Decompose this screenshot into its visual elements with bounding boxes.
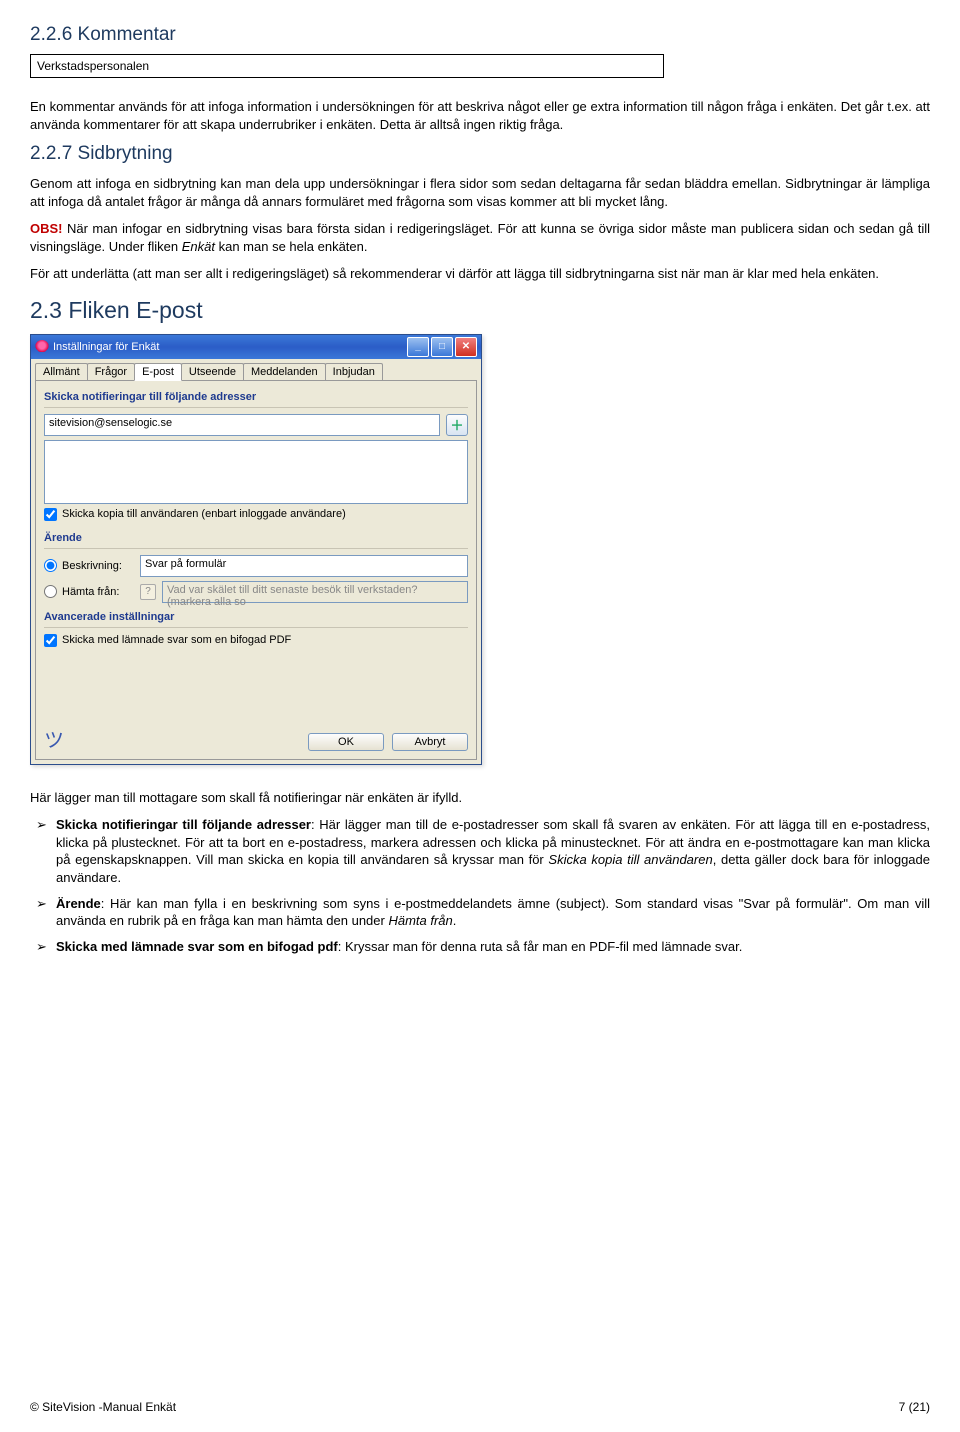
page-footer: © SiteVision -Manual Enkät 7 (21) (30, 1400, 930, 1414)
bullet-italic: Skicka kopia till användaren (548, 852, 712, 867)
bullet-text: : Kryssar man för denna ruta så får man … (338, 939, 743, 954)
obs-text: När man infogar en sidbrytning visas bar… (30, 221, 930, 254)
sidbrytning-p2: För att underlätta (att man ser allt i r… (30, 265, 930, 283)
dialog-tabs: Allmänt Frågor E-post Utseende Meddeland… (31, 359, 481, 380)
kommentar-paragraph: En kommentar används för att infoga info… (30, 98, 930, 133)
java-icon (35, 340, 49, 354)
ok-button[interactable]: OK (308, 733, 384, 751)
copy-user-checkbox[interactable]: Skicka kopia till användaren (enbart inl… (44, 508, 346, 521)
epost-bullets: Skicka notifieringar till följande adres… (30, 816, 930, 955)
group-avancerade-title: Avancerade inställningar (44, 611, 468, 623)
tab-panel-epost: Skicka notifieringar till följande adres… (35, 380, 477, 760)
tab-fragor[interactable]: Frågor (87, 363, 135, 380)
add-button[interactable]: ＋ (446, 414, 468, 436)
bullet-lead: Skicka notifieringar till följande adres… (56, 817, 311, 832)
settings-dialog: Inställningar för Enkät _ □ ✕ Allmänt Fr… (30, 334, 482, 765)
question-icon: ? (140, 584, 156, 600)
radio-hamta[interactable]: Hämta från: (44, 585, 134, 598)
sidbrytning-p1: Genom att infoga en sidbrytning kan man … (30, 175, 930, 210)
bullet-notifieringar: Skicka notifieringar till följande adres… (30, 816, 930, 886)
bullet-pdf: Skicka med lämnade svar som en bifogad p… (30, 938, 930, 956)
obs-label: OBS! (30, 221, 63, 236)
close-button[interactable]: ✕ (455, 337, 477, 357)
tab-utseende[interactable]: Utseende (181, 363, 244, 380)
kommentar-input[interactable]: Verkstadspersonalen (30, 54, 664, 78)
dialog-title: Inställningar för Enkät (53, 341, 159, 353)
hamta-input: Vad var skälet till ditt senaste besök t… (162, 581, 468, 603)
radio-beskrivning-input[interactable] (44, 559, 57, 572)
tab-meddelanden[interactable]: Meddelanden (243, 363, 326, 380)
copy-user-checkbox-label: Skicka kopia till användaren (enbart inl… (62, 508, 346, 520)
bullet-lead: Ärende (56, 896, 101, 911)
radio-hamta-input[interactable] (44, 585, 57, 598)
heading-2-3: 2.3 Fliken E-post (30, 297, 930, 324)
copy-user-checkbox-input[interactable] (44, 508, 57, 521)
dialog-titlebar[interactable]: Inställningar för Enkät _ □ ✕ (31, 335, 481, 359)
obs-text2: kan man se hela enkäten. (215, 239, 368, 254)
group-arende-title: Ärende (44, 532, 468, 544)
heading-2-2-6: 2.2.6 Kommentar (30, 24, 930, 46)
tab-inbjudan[interactable]: Inbjudan (325, 363, 383, 380)
heading-2-2-7: 2.2.7 Sidbrytning (30, 143, 930, 165)
plus-icon: ＋ (450, 415, 463, 434)
footer-right: 7 (21) (899, 1400, 930, 1414)
minimize-button[interactable]: _ (407, 337, 429, 357)
radio-beskrivning-label: Beskrivning: (62, 560, 122, 572)
bullet-text: : Här kan man fylla i en beskrivning som… (56, 896, 930, 929)
bullet-italic: Hämta från (388, 913, 452, 928)
bullet-lead: Skicka med lämnade svar som en bifogad p… (56, 939, 338, 954)
bullet-text2: . (453, 913, 457, 928)
divider (44, 407, 468, 408)
dialog-footer: ツ OK Avbryt (44, 731, 468, 753)
radio-hamta-label: Hämta från: (62, 586, 119, 598)
pdf-checkbox[interactable]: Skicka med lämnade svar som en bifogad P… (44, 634, 291, 647)
obs-italic: Enkät (182, 239, 215, 254)
pdf-checkbox-label: Skicka med lämnade svar som en bifogad P… (62, 634, 291, 646)
epost-intro: Här lägger man till mottagare som skall … (30, 789, 930, 807)
maximize-button[interactable]: □ (431, 337, 453, 357)
email-listbox[interactable] (44, 440, 468, 504)
footer-left: © SiteVision -Manual Enkät (30, 1400, 176, 1414)
tab-epost[interactable]: E-post (134, 363, 182, 381)
group-notifieringar-title: Skicka notifieringar till följande adres… (44, 391, 468, 403)
page: 2.2.6 Kommentar Verkstadspersonalen En k… (0, 0, 960, 1432)
cancel-button[interactable]: Avbryt (392, 733, 468, 751)
radio-beskrivning[interactable]: Beskrivning: (44, 559, 134, 572)
email-input[interactable]: sitevision@senselogic.se (44, 414, 440, 436)
sidbrytning-obs: OBS! När man infogar en sidbrytning visa… (30, 220, 930, 255)
tab-allmant[interactable]: Allmänt (35, 363, 88, 380)
sitevision-logo-icon: ツ (44, 731, 70, 753)
divider (44, 548, 468, 549)
beskrivning-input[interactable]: Svar på formulär (140, 555, 468, 577)
pdf-checkbox-input[interactable] (44, 634, 57, 647)
bullet-arende: Ärende: Här kan man fylla i en beskrivni… (30, 895, 930, 930)
divider (44, 627, 468, 628)
